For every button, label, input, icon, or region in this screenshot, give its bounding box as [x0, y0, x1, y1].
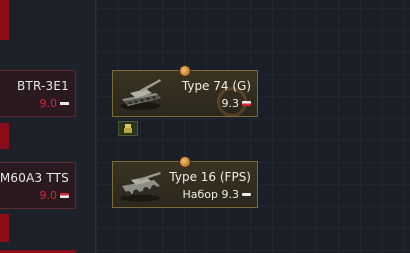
research-progress-strip	[0, 123, 9, 149]
crew-member-icon[interactable]	[118, 121, 138, 136]
battle-rating-value: 9.0	[39, 189, 58, 202]
battle-rating-value: 9.0	[39, 97, 58, 110]
flag-icon	[242, 101, 251, 106]
vehicle-name: Type 16 (FPS)	[169, 170, 251, 184]
vehicle-name: Type 74 (G)	[181, 79, 251, 93]
battle-rating-value: 9.3	[221, 97, 240, 110]
wheeled-vehicle-icon	[120, 172, 161, 202]
research-progress-strip	[0, 214, 9, 242]
tank-icon	[120, 79, 161, 110]
vehicle-card-type-16-fps[interactable]: Type 16 (FPS) Набор 9.3	[112, 161, 258, 208]
battle-rating: 9.0	[39, 189, 69, 202]
vehicle-name: M60A3 TTS	[0, 171, 69, 185]
battle-rating: Набор 9.3	[182, 188, 251, 201]
flag-icon	[242, 193, 251, 196]
previous-rank-column: BTR-3E1 9.0 M60A3 TTS 9.0	[0, 0, 96, 253]
flag-icon	[60, 193, 69, 198]
flag-icon	[60, 102, 69, 105]
research-progress-strip	[0, 0, 9, 40]
vehicle-card-btr-3e1[interactable]: BTR-3E1 9.0	[0, 70, 76, 117]
vehicle-name: BTR-3E1	[17, 79, 69, 93]
rank-medal-icon	[179, 156, 191, 168]
vehicle-card-type-74-g[interactable]: Type 74 (G) 9.3	[112, 70, 258, 117]
battle-rating-value: Набор 9.3	[182, 188, 240, 201]
battle-rating: 9.0	[39, 97, 69, 110]
vehicle-card-m60a3-tts[interactable]: M60A3 TTS 9.0	[0, 162, 76, 209]
rank-medal-icon	[179, 65, 191, 77]
battle-rating: 9.3	[221, 97, 251, 110]
